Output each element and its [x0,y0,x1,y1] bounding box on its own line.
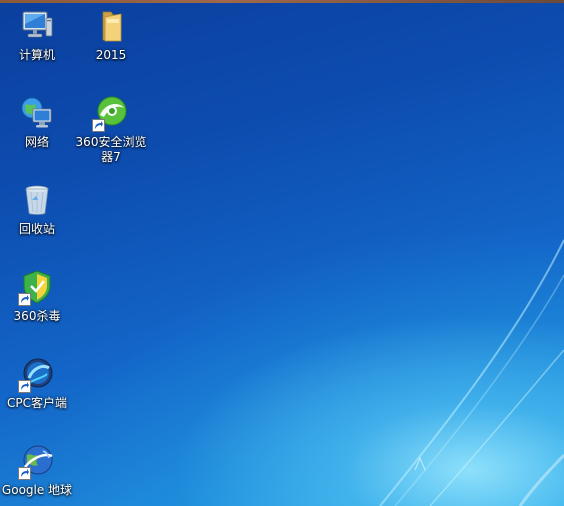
network-icon [21,97,52,128]
desktop-icon-folder-2015[interactable]: 2015 [74,2,148,82]
desktop-icon-label: CPC客户端 [7,396,67,410]
desktop-icon-label: 2015 [95,48,127,62]
desktop-icon-label: 回收站 [18,222,55,236]
desktop-icon-360-browser[interactable]: 360安全浏览器7 [74,89,148,169]
desktop-icon-label: Google 地球 [1,483,73,497]
desktop-icon-recycle-bin[interactable]: 回收站 [0,176,74,256]
recycle-bin-icon [25,185,49,215]
desktop-icon-label: 计算机 [18,48,55,62]
folder-icon [102,11,122,42]
desktop-icon-google-earth[interactable]: Google 地球 [0,437,74,506]
desktop-icon-network[interactable]: 网络 [0,89,74,169]
desktop-icon-label: 360安全浏览器7 [75,135,147,164]
computer-icon [22,11,53,38]
shortcut-arrow-icon [18,467,31,480]
desktop-icon-label: 360杀毒 [13,309,61,323]
shortcut-arrow-icon [18,293,31,306]
shortcut-arrow-icon [18,380,31,393]
shortcut-arrow-icon [92,119,105,132]
desktop-wallpaper[interactable]: 计算机 2015 网络 360安全浏览器7 回收站 360杀毒 CPC客户端 G… [0,0,564,506]
desktop-icon-label: 网络 [24,135,49,149]
desktop-icon-computer[interactable]: 计算机 [0,2,74,82]
desktop-icon-360-antivirus[interactable]: 360杀毒 [0,263,74,343]
desktop-icon-cpc-client[interactable]: CPC客户端 [0,350,74,430]
